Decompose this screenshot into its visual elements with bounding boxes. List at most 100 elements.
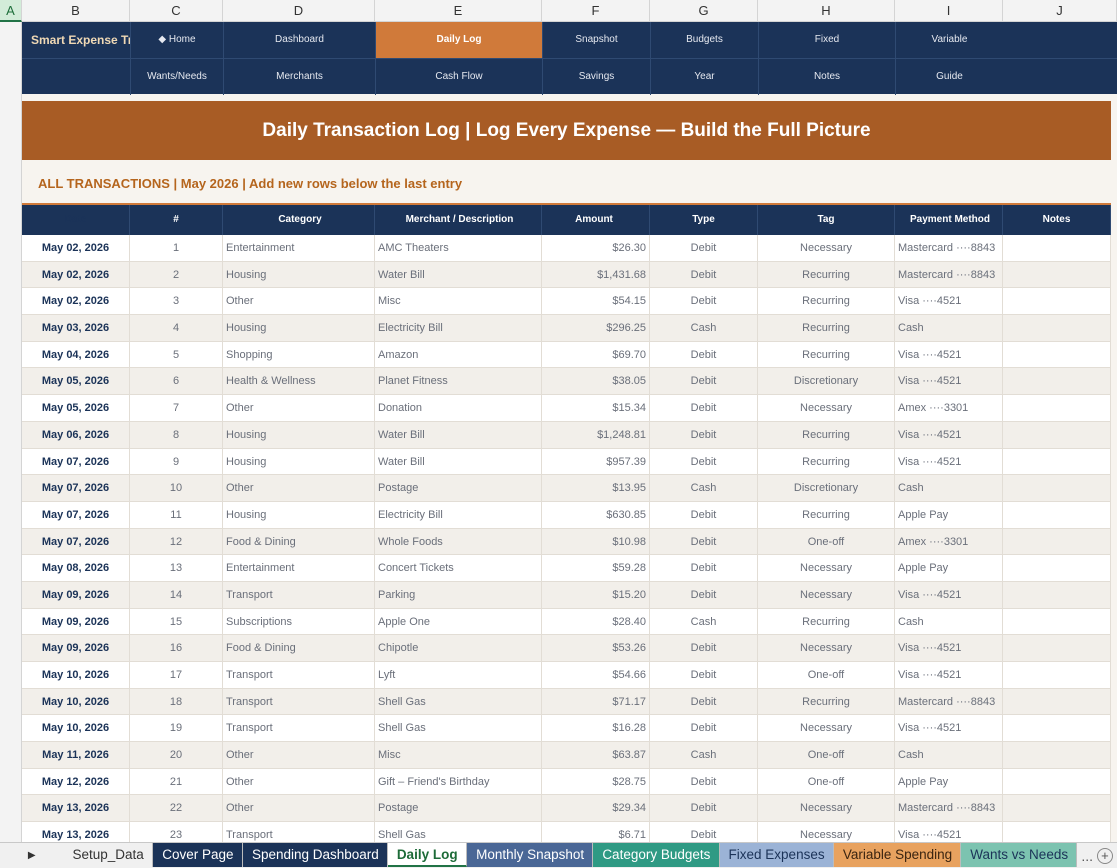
table-cell[interactable]: 9 bbox=[130, 448, 223, 475]
table-cell[interactable]: One-off bbox=[758, 768, 895, 795]
table-cell[interactable]: One-off bbox=[758, 742, 895, 768]
nav-link-cash-flow[interactable]: Cash Flow bbox=[375, 59, 542, 95]
table-cell[interactable]: Chipotle bbox=[375, 635, 542, 661]
table-cell[interactable]: Housing bbox=[223, 448, 375, 475]
table-cell[interactable]: Debit bbox=[650, 715, 758, 742]
table-cell[interactable]: Gift – Friend's Birthday bbox=[375, 768, 542, 795]
table-cell[interactable]: Cash bbox=[895, 608, 1003, 635]
table-cell[interactable]: May 05, 2026 bbox=[22, 368, 130, 395]
column-header-b[interactable]: B bbox=[22, 0, 130, 22]
column-header-d[interactable]: D bbox=[223, 0, 375, 22]
more-tabs-icon[interactable]: ... + bbox=[1077, 843, 1117, 868]
add-sheet-icon[interactable]: + bbox=[1096, 847, 1113, 864]
table-cell[interactable]: Debit bbox=[650, 795, 758, 822]
table-cell[interactable]: Electricity Bill bbox=[375, 501, 542, 528]
column-header-i[interactable]: I bbox=[895, 0, 1003, 22]
table-cell[interactable]: May 07, 2026 bbox=[22, 475, 130, 501]
table-cell[interactable] bbox=[1003, 795, 1111, 822]
table-cell[interactable]: Debit bbox=[650, 662, 758, 688]
table-cell[interactable]: Recurring bbox=[758, 448, 895, 475]
table-cell[interactable]: May 10, 2026 bbox=[22, 688, 130, 715]
table-cell[interactable] bbox=[1003, 581, 1111, 608]
table-cell[interactable]: Necessary bbox=[758, 581, 895, 608]
table-cell[interactable]: $630.85 bbox=[542, 501, 650, 528]
table-cell[interactable]: Necessary bbox=[758, 635, 895, 661]
nav-link-guide[interactable]: Guide bbox=[895, 59, 1003, 95]
table-cell[interactable]: One-off bbox=[758, 528, 895, 555]
table-cell[interactable]: Housing bbox=[223, 501, 375, 528]
table-cell[interactable]: 12 bbox=[130, 528, 223, 555]
table-cell[interactable]: 21 bbox=[130, 768, 223, 795]
sheet-tab-category-budgets[interactable]: Category Budgets bbox=[593, 843, 720, 867]
column-header-c[interactable]: C bbox=[130, 0, 223, 22]
table-cell[interactable]: Debit bbox=[650, 822, 758, 842]
table-cell[interactable] bbox=[1003, 555, 1111, 581]
nav-link-budgets[interactable]: Budgets bbox=[650, 22, 758, 58]
table-cell[interactable]: Necessary bbox=[758, 395, 895, 421]
table-cell[interactable]: 2 bbox=[130, 261, 223, 288]
table-cell[interactable] bbox=[1003, 688, 1111, 715]
sheet-tab-wants-vs-needs[interactable]: Wants vs Needs bbox=[961, 843, 1078, 867]
column-header-f[interactable]: F bbox=[542, 0, 650, 22]
table-cell[interactable]: $54.66 bbox=[542, 662, 650, 688]
table-cell[interactable]: Visa ····4521 bbox=[895, 421, 1003, 448]
sheet-tab-daily-log[interactable]: Daily Log bbox=[387, 843, 468, 867]
table-cell[interactable]: One-off bbox=[758, 662, 895, 688]
table-cell[interactable] bbox=[1003, 448, 1111, 475]
table-cell[interactable]: May 08, 2026 bbox=[22, 555, 130, 581]
table-cell[interactable]: Shell Gas bbox=[375, 688, 542, 715]
sheet-tab-cover-page[interactable]: Cover Page bbox=[153, 843, 243, 867]
table-cell[interactable] bbox=[1003, 315, 1111, 341]
table-cell[interactable]: Apple Pay bbox=[895, 768, 1003, 795]
table-cell[interactable]: Debit bbox=[650, 528, 758, 555]
table-cell[interactable]: May 13, 2026 bbox=[22, 822, 130, 842]
table-cell[interactable]: $53.26 bbox=[542, 635, 650, 661]
table-cell[interactable] bbox=[1003, 421, 1111, 448]
table-cell[interactable]: Cash bbox=[650, 608, 758, 635]
table-cell[interactable] bbox=[1003, 608, 1111, 635]
table-cell[interactable]: Donation bbox=[375, 395, 542, 421]
table-cell[interactable] bbox=[1003, 235, 1111, 261]
table-cell[interactable]: Mastercard ····8843 bbox=[895, 688, 1003, 715]
column-header-h[interactable]: H bbox=[758, 0, 895, 22]
table-cell[interactable]: Visa ····4521 bbox=[895, 288, 1003, 315]
table-cell[interactable]: Recurring bbox=[758, 688, 895, 715]
table-cell[interactable]: Apple One bbox=[375, 608, 542, 635]
table-cell[interactable]: Housing bbox=[223, 261, 375, 288]
table-cell[interactable]: $1,431.68 bbox=[542, 261, 650, 288]
nav-link-home[interactable]: ◆ Home bbox=[130, 22, 223, 58]
table-cell[interactable]: $28.75 bbox=[542, 768, 650, 795]
table-cell[interactable]: Debit bbox=[650, 368, 758, 395]
table-cell[interactable] bbox=[1003, 822, 1111, 842]
nav-link-merchants[interactable]: Merchants bbox=[223, 59, 375, 95]
table-cell[interactable]: Electricity Bill bbox=[375, 315, 542, 341]
table-cell[interactable]: Visa ····4521 bbox=[895, 368, 1003, 395]
table-cell[interactable]: $1,248.81 bbox=[542, 421, 650, 448]
table-cell[interactable]: Debit bbox=[650, 235, 758, 261]
table-cell[interactable] bbox=[1003, 288, 1111, 315]
column-header-e[interactable]: E bbox=[375, 0, 542, 22]
sheet-tab-variable-spending[interactable]: Variable Spending bbox=[833, 843, 962, 867]
table-cell[interactable]: Other bbox=[223, 768, 375, 795]
table-cell[interactable]: Entertainment bbox=[223, 555, 375, 581]
table-cell[interactable]: $71.17 bbox=[542, 688, 650, 715]
table-cell[interactable]: $28.40 bbox=[542, 608, 650, 635]
table-cell[interactable] bbox=[1003, 635, 1111, 661]
table-cell[interactable]: $10.98 bbox=[542, 528, 650, 555]
column-header-j[interactable]: J bbox=[1003, 0, 1117, 22]
column-header-a[interactable]: A bbox=[0, 0, 22, 22]
table-cell[interactable]: Cash bbox=[650, 742, 758, 768]
table-cell[interactable]: Recurring bbox=[758, 315, 895, 341]
table-cell[interactable]: AMC Theaters bbox=[375, 235, 542, 261]
table-cell[interactable]: Other bbox=[223, 795, 375, 822]
table-cell[interactable]: May 02, 2026 bbox=[22, 235, 130, 261]
table-cell[interactable]: Parking bbox=[375, 581, 542, 608]
table-cell[interactable]: Necessary bbox=[758, 822, 895, 842]
table-cell[interactable]: 22 bbox=[130, 795, 223, 822]
table-cell[interactable]: Cash bbox=[650, 475, 758, 501]
table-cell[interactable]: $6.71 bbox=[542, 822, 650, 842]
table-cell[interactable]: Other bbox=[223, 475, 375, 501]
nav-link-variable[interactable]: Variable bbox=[895, 22, 1003, 58]
table-cell[interactable]: Debit bbox=[650, 768, 758, 795]
table-cell[interactable]: 10 bbox=[130, 475, 223, 501]
